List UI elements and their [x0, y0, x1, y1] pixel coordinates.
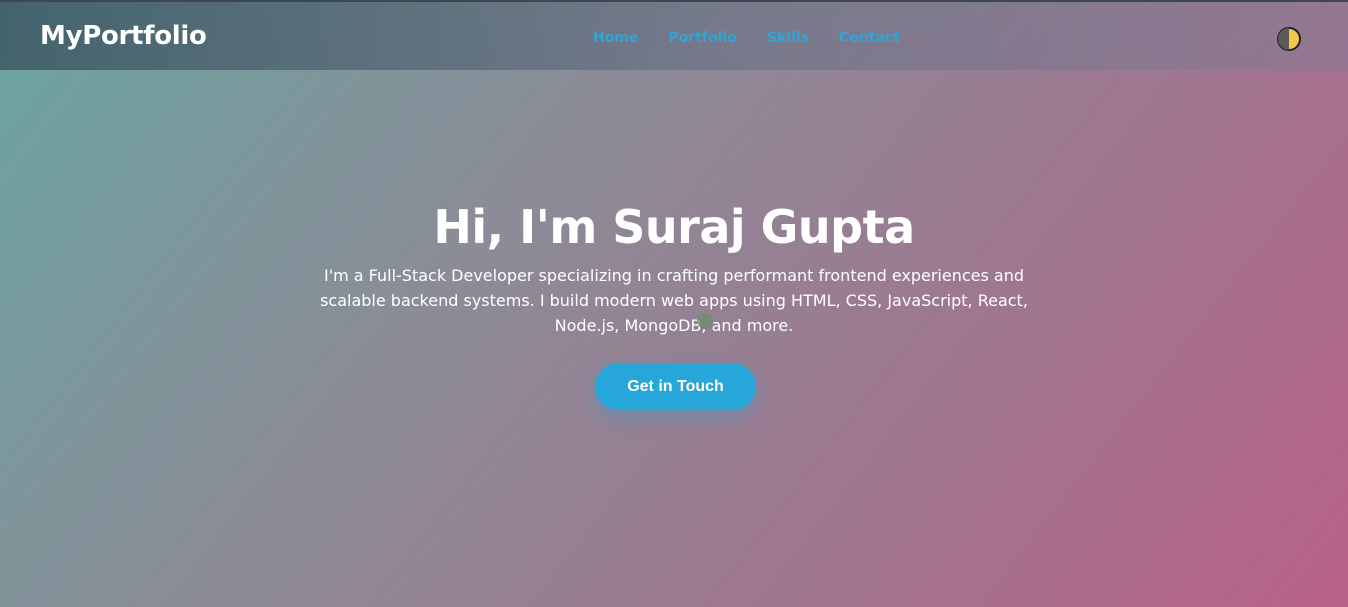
get-in-touch-button[interactable]: Get in Touch: [595, 363, 756, 410]
hero-section: Hi, I'm Suraj Gupta I'm a Full-Stack Dev…: [0, 195, 1348, 338]
nav-menu: Home Portfolio Skills Contact: [593, 28, 900, 48]
navbar: MyPortfolio Home Portfolio Skills Contac…: [0, 2, 1348, 70]
site-logo[interactable]: MyPortfolio: [40, 21, 207, 51]
half-moon-icon: [1277, 27, 1301, 51]
nav-link-portfolio[interactable]: Portfolio: [668, 28, 736, 48]
nav-link-skills[interactable]: Skills: [767, 28, 809, 48]
theme-toggle-button[interactable]: [1276, 26, 1302, 52]
mouse-cursor: [697, 313, 713, 329]
nav-link-home[interactable]: Home: [593, 28, 638, 48]
nav-link-contact[interactable]: Contact: [839, 28, 900, 48]
hero-description: I'm a Full-Stack Developer specializing …: [320, 266, 1028, 335]
hero-title: Hi, I'm Suraj Gupta: [433, 200, 915, 254]
